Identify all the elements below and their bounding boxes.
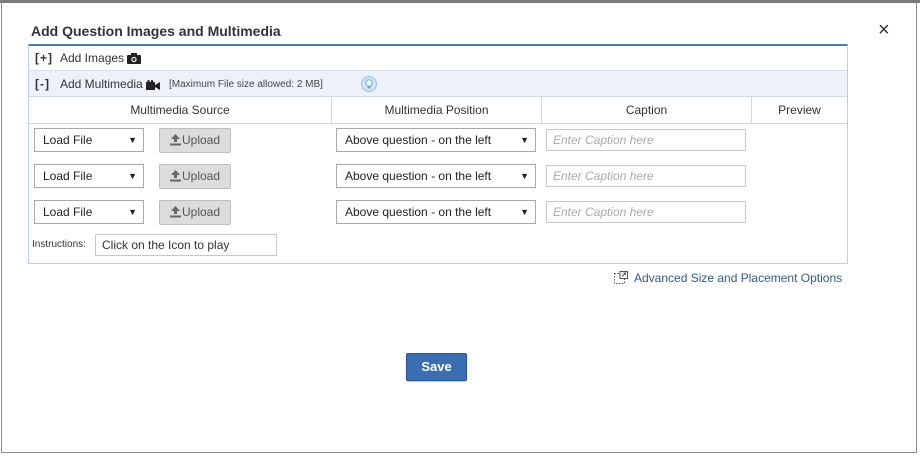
upload-button[interactable]: Upload xyxy=(159,164,231,189)
source-select[interactable]: Load File ▼ xyxy=(34,200,144,224)
position-select[interactable]: Above question - on the left ▼ xyxy=(336,200,536,224)
caption-input[interactable]: Enter Caption here xyxy=(546,129,746,151)
video-camera-icon xyxy=(146,79,161,90)
dropdown-arrow-icon: ▼ xyxy=(520,135,529,145)
add-multimedia-text: Add Multimedia xyxy=(60,77,143,91)
resize-icon xyxy=(614,271,628,284)
advanced-options-link[interactable]: Advanced Size and Placement Options xyxy=(614,271,842,285)
upload-icon xyxy=(169,206,181,218)
instructions-input[interactable]: Click on the Icon to play xyxy=(95,234,277,256)
caption-input[interactable]: Enter Caption here xyxy=(546,201,746,223)
position-select-value: Above question - on the left xyxy=(345,205,492,219)
column-header-preview: Preview xyxy=(778,103,821,117)
camera-icon xyxy=(127,53,142,65)
position-select[interactable]: Above question - on the left ▼ xyxy=(336,164,536,188)
media-panel: [+] Add Images [-] Add Multimedia [Maxim… xyxy=(28,44,848,264)
upload-label: Upload xyxy=(181,205,221,219)
source-select[interactable]: Load File ▼ xyxy=(34,164,144,188)
add-images-row[interactable]: [+] Add Images xyxy=(29,46,847,70)
dropdown-arrow-icon: ▼ xyxy=(520,171,529,181)
column-header-caption: Caption xyxy=(542,97,752,123)
dropdown-arrow-icon: ▼ xyxy=(128,207,137,217)
upload-label: Upload xyxy=(181,169,221,183)
column-header-source: Multimedia Source xyxy=(29,97,332,123)
add-multimedia-row[interactable]: [-] Add Multimedia [Maximum File size al… xyxy=(29,70,847,97)
dialog-title: Add Question Images and Multimedia xyxy=(31,23,281,39)
add-images-label[interactable]: Add Images xyxy=(60,51,142,65)
position-select-value: Above question - on the left xyxy=(345,169,492,183)
advanced-options-label: Advanced Size and Placement Options xyxy=(634,271,843,285)
dropdown-arrow-icon: ▼ xyxy=(520,207,529,217)
source-select-value: Load File xyxy=(43,133,93,147)
caption-input[interactable]: Enter Caption here xyxy=(546,165,746,187)
upload-icon xyxy=(169,170,181,182)
source-select-value: Load File xyxy=(43,205,93,219)
position-select[interactable]: Above question - on the left ▼ xyxy=(336,128,536,152)
save-button[interactable]: Save xyxy=(406,353,467,381)
lightbulb-icon[interactable] xyxy=(361,76,377,92)
position-select-value: Above question - on the left xyxy=(345,133,492,147)
upload-label: Upload xyxy=(181,133,221,147)
upload-button[interactable]: Upload xyxy=(159,128,231,153)
column-header-position: Multimedia Position xyxy=(332,97,542,123)
dropdown-arrow-icon: ▼ xyxy=(128,171,137,181)
add-images-text: Add Images xyxy=(60,51,125,65)
expand-toggle[interactable]: [+] xyxy=(35,51,53,65)
dropdown-arrow-icon: ▼ xyxy=(128,135,137,145)
max-file-size-note: [Maximum File size allowed: 2 MB] xyxy=(169,79,323,90)
upload-button[interactable]: Upload xyxy=(159,200,231,225)
collapse-toggle[interactable]: [-] xyxy=(35,77,50,91)
source-select-value: Load File xyxy=(43,169,93,183)
upload-icon xyxy=(169,134,181,146)
table-header: Multimedia Source Multimedia Position Ca… xyxy=(29,96,847,124)
instructions-label: Instructions: xyxy=(32,239,86,250)
source-select[interactable]: Load File ▼ xyxy=(34,128,144,152)
close-icon[interactable]: × xyxy=(878,20,890,40)
add-multimedia-label[interactable]: Add Multimedia xyxy=(60,77,161,91)
